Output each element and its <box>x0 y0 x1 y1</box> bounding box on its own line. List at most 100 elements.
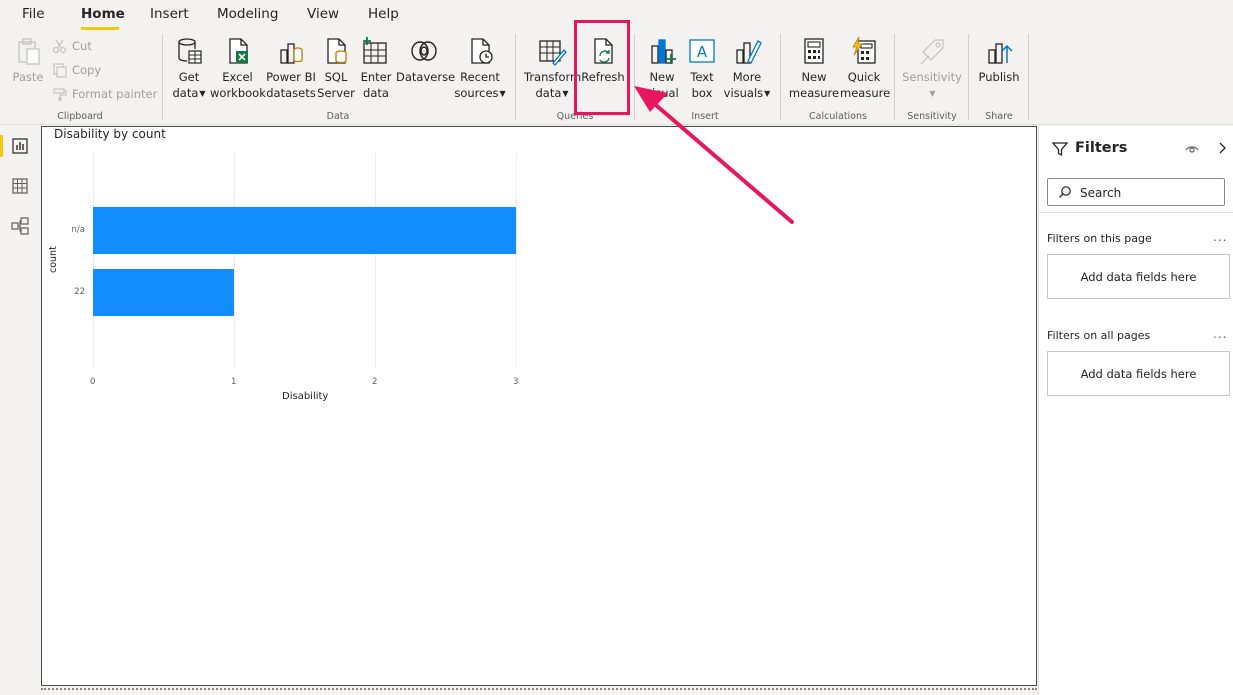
bar[interactable] <box>93 269 234 316</box>
filters-on-all-pages-heading: Filters on all pages <box>1047 329 1151 342</box>
active-view-indicator <box>0 135 3 157</box>
paste-button[interactable]: Paste <box>8 36 48 85</box>
database-table-icon <box>178 38 202 64</box>
excel-workbook-button[interactable]: Excel workbook <box>210 36 266 101</box>
sensitivity-button[interactable]: Sensitivity ▼ <box>902 36 962 102</box>
new-measure-label-1: New <box>801 70 827 84</box>
dataverse-icon <box>411 41 437 61</box>
transform-label-1: Transform <box>524 70 582 84</box>
report-view-icon[interactable] <box>10 136 30 156</box>
y-axis-title: count <box>48 246 59 273</box>
filters-title: Filters <box>1075 140 1128 156</box>
copy-button[interactable]: Copy <box>52 62 101 78</box>
insert-group-label: Insert <box>691 111 719 122</box>
x-tick-label: 3 <box>513 377 519 387</box>
cut-label: Cut <box>72 39 92 53</box>
filters-on-this-page-heading: Filters on this page <box>1047 232 1152 245</box>
table-plus-icon <box>363 37 387 64</box>
data-group-label: Data <box>326 111 350 122</box>
chevron-down-icon: ▼ <box>764 89 771 98</box>
power-bi-datasets-button[interactable]: Power BI datasets <box>266 36 316 101</box>
gridline <box>516 153 517 367</box>
x-tick-label: 1 <box>231 377 237 387</box>
sql-label-1: SQL <box>324 70 348 84</box>
new-visual-label-2: visual <box>645 86 679 100</box>
enter-data-button[interactable]: Enter data <box>358 36 394 101</box>
report-canvas[interactable]: Disability by count 0 1 2 3 n/a 22 count Disa… <box>41 126 1037 686</box>
group-separator <box>894 34 895 120</box>
datasets-icon <box>280 43 303 64</box>
chevron-down-icon: ▼ <box>499 89 506 98</box>
tab-view[interactable]: View <box>307 6 339 22</box>
more-visuals-label-2: visuals <box>723 86 764 100</box>
sql-server-button[interactable]: SQL Server <box>317 36 355 101</box>
more-visuals-button[interactable]: More visuals▼ <box>722 36 772 102</box>
chevron-down-icon: ▼ <box>199 89 206 98</box>
tab-help[interactable]: Help <box>368 6 399 22</box>
cut-button[interactable]: Cut <box>52 38 92 54</box>
tab-home[interactable]: Home <box>81 6 125 22</box>
dataverse-button[interactable]: Dataverse <box>396 36 456 85</box>
all-pages-drop-well[interactable]: Add data fields here <box>1047 351 1230 396</box>
format-painter-button[interactable]: Format painter <box>52 86 157 102</box>
tab-file[interactable]: File <box>22 6 45 22</box>
chevron-right-icon[interactable] <box>1215 141 1229 155</box>
gridline <box>234 153 235 367</box>
calculations-group-label: Calculations <box>809 111 867 122</box>
filters-divider <box>1039 212 1233 213</box>
view-switcher <box>0 125 40 695</box>
recent-sources-icon <box>471 38 493 64</box>
excel-icon <box>228 38 248 64</box>
publish-label: Publish <box>978 70 1020 84</box>
chevron-down-icon: ▼ <box>562 89 569 98</box>
this-page-drop-well[interactable]: Add data fields here <box>1047 254 1230 299</box>
format-painter-label: Format painter <box>72 87 158 101</box>
transform-data-button[interactable]: Transform data▼ <box>524 36 582 102</box>
refresh-highlight-box <box>574 20 630 115</box>
paste-label: Paste <box>12 70 44 84</box>
eye-icon[interactable] <box>1185 142 1199 156</box>
get-data-button[interactable]: Get data▼ <box>170 36 208 102</box>
quick-measure-button[interactable]: Quick measure <box>840 36 891 101</box>
paste-icon <box>18 38 40 65</box>
more-options-icon[interactable]: ... <box>1213 327 1227 341</box>
group-separator <box>634 34 635 120</box>
y-tick-label: 22 <box>74 286 85 297</box>
filter-funnel-icon <box>1051 142 1069 157</box>
more-visuals-icon <box>736 40 762 64</box>
model-view-icon[interactable] <box>10 216 30 236</box>
recent-sources-label-1: Recent <box>460 70 500 84</box>
clipboard-group-label: Clipboard <box>57 111 103 122</box>
filter-search-box[interactable] <box>1047 178 1225 206</box>
search-icon <box>1059 186 1071 198</box>
text-box-label-1: Text <box>690 70 714 84</box>
more-options-icon[interactable]: ... <box>1213 230 1227 244</box>
group-separator <box>780 34 781 120</box>
paintbrush-icon <box>53 88 67 101</box>
quick-measure-label-2: measure <box>840 86 891 100</box>
get-data-label-1: Get <box>178 70 200 84</box>
data-view-icon[interactable] <box>10 176 30 196</box>
transform-data-icon <box>539 40 567 66</box>
tab-insert[interactable]: Insert <box>150 6 189 22</box>
filter-search-input[interactable] <box>1078 183 1222 203</box>
new-measure-label-2: measure <box>788 86 840 100</box>
new-measure-button[interactable]: New measure <box>788 36 840 101</box>
more-visuals-label-1: More <box>732 70 762 84</box>
group-separator <box>1028 34 1029 120</box>
group-separator <box>515 34 516 120</box>
dataverse-label: Dataverse <box>396 70 456 84</box>
new-visual-button[interactable]: New visual <box>640 36 684 101</box>
text-box-button[interactable]: A Text box <box>684 36 720 101</box>
bar[interactable] <box>93 207 516 254</box>
enter-data-label-1: Enter <box>360 70 392 84</box>
tab-modeling[interactable]: Modeling <box>217 6 278 22</box>
chevron-down-icon: ▼ <box>929 89 936 98</box>
excel-label-1: Excel <box>222 70 253 84</box>
publish-button[interactable]: Publish <box>976 36 1022 85</box>
scissors-icon <box>52 39 67 54</box>
new-visual-label-1: New <box>649 70 675 84</box>
publish-icon <box>988 43 1013 64</box>
recent-sources-button[interactable]: Recent sources▼ <box>454 36 506 102</box>
transform-label-2: data <box>535 86 562 100</box>
